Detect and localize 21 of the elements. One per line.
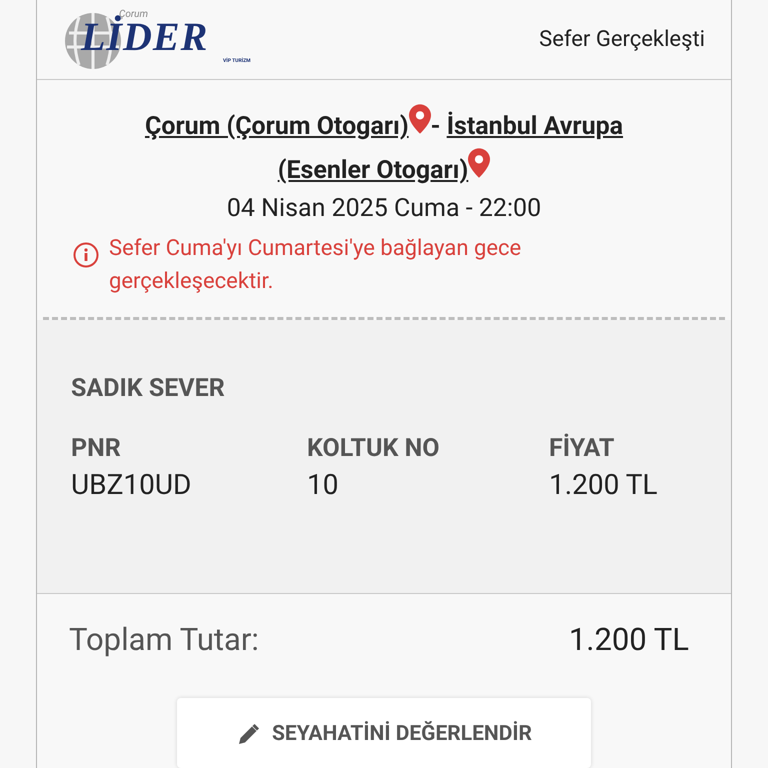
field-label: PNR (71, 434, 121, 464)
destination-link[interactable]: İstanbul Avrupa (446, 112, 624, 141)
night-trip-notice: Sefer Cuma'yı Cumartesi'ye bağlayan gece gerçekleşecektir. (109, 234, 522, 296)
separator: - (430, 112, 442, 141)
pencil-icon (236, 723, 260, 747)
info-icon (73, 242, 99, 268)
total-amount: 1.200 TL (568, 620, 689, 660)
total-label: Toplam Tutar: (69, 620, 259, 660)
passenger-name: SADIK SEVER (71, 373, 225, 406)
map-pin-icon (468, 148, 490, 178)
origin-link[interactable]: Çorum (Çorum Otogarı) (144, 112, 409, 141)
field-value: 10 (307, 466, 338, 503)
field-value: UBZ10UD (71, 466, 192, 503)
destination-link[interactable]: (Esenler Otogarı) (278, 156, 468, 185)
departure-datetime: 04 Nisan 2025 Cuma - 22:00 (226, 192, 542, 225)
field-value: 1.200 TL (549, 466, 658, 503)
map-pin-icon (408, 104, 431, 134)
field-label: KOLTUK NO (307, 434, 440, 464)
field-label: FİYAT (549, 434, 614, 464)
review-trip-button[interactable]: SEYAHATİNİ DEĞERLENDİR (177, 698, 591, 768)
trip-status: Sefer Gerçekleşti (539, 26, 705, 54)
